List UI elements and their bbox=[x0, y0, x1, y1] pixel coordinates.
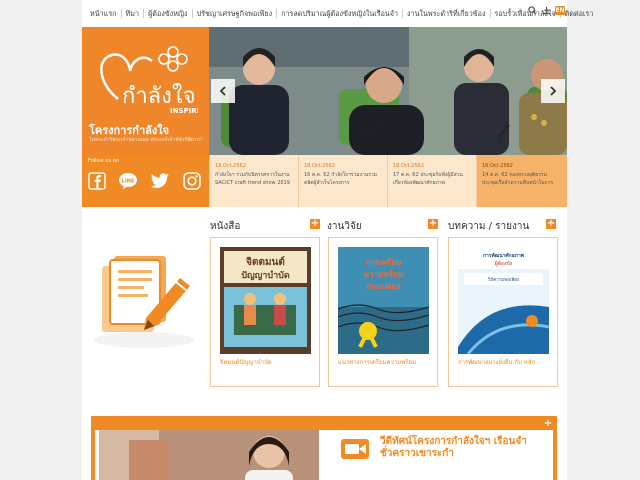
video-panel[interactable]: วีดีทัศน์โครงการกำลังใจฯ เรือนจำ ชั่วครา… bbox=[95, 430, 553, 480]
follow-panel: Follow us on LINE bbox=[82, 155, 209, 207]
book-card[interactable]: จิตตมนต์ ปัญญาบำบัด จิตมนต์ปัญญาบำบัด bbox=[210, 237, 320, 387]
download-icon[interactable] bbox=[541, 5, 552, 16]
video-banner: + วีดีทัศน์โครงการกำลังใจฯ เรือนจำ ชั่วค… bbox=[91, 416, 557, 480]
instagram-icon[interactable] bbox=[182, 171, 202, 191]
brand-logo: กำลังใจ INSPIRE bbox=[94, 37, 202, 121]
svg-text:LINE: LINE bbox=[122, 178, 135, 184]
line-icon[interactable]: LINE bbox=[118, 171, 138, 191]
articles-heading: บทความ / รายงาน bbox=[448, 221, 530, 232]
hero-photo bbox=[209, 27, 567, 155]
nav-item-female-inmates[interactable]: ผู้ต้องขังหญิง bbox=[143, 9, 192, 18]
nav-item-reduction[interactable]: การลดปริมาณผู้ต้องขังหญิงในเรือนจำ bbox=[276, 9, 402, 18]
news-text: 14 ต.ค. 62 กองทรวงยุติธรรม ประชุมเรือจำค… bbox=[482, 172, 554, 186]
article-caption[interactable]: การพัฒนาอย่างยั่งยืน กับ หลัก bbox=[458, 357, 535, 367]
news-text: 16 ต.ค. 62 กำลังใจฯร่วมงานรวม ตลิตผู้สำเ… bbox=[304, 172, 378, 186]
nav-item-about[interactable]: ทีมา bbox=[120, 9, 144, 18]
brand-panel: กำลังใจ INSPIRE โครงการกำลังใจ ในพระดำริ… bbox=[82, 27, 209, 155]
research-more-button[interactable]: + bbox=[428, 219, 438, 229]
slider-prev-button[interactable] bbox=[211, 79, 235, 103]
news-text: 17 ต.ค. 62 ประชุมรับฟังผู้มีส่วน เกี่ยวข… bbox=[393, 172, 463, 186]
svg-text:ปัญญาบำบัด: ปัญญาบำบัด bbox=[241, 270, 290, 281]
svg-text:การเตรียม: การเตรียม bbox=[366, 257, 402, 267]
news-text: กำลังใจฯ ร่วมกับนิทรรศการในงาน SACICT cr… bbox=[215, 172, 290, 186]
news-date: 18.Oct.2562 bbox=[215, 163, 246, 169]
page: หน้าแรก ทีมา ผู้ต้องขังหญิง ปรัชญาเศรษฐก… bbox=[82, 0, 593, 480]
news-strip: Follow us on LINE 18.Oct.2562 กำลังใจฯ ร… bbox=[82, 155, 567, 207]
articles-more-button[interactable]: + bbox=[546, 219, 556, 229]
book-caption[interactable]: จิตมนต์ปัญญาบำบัด bbox=[220, 357, 272, 367]
research-card[interactable]: การเตรียม ความพร้อม ก่อนปล่อย แนวทางการเ… bbox=[328, 237, 438, 387]
research-heading: งานวิจัย bbox=[327, 221, 362, 232]
twitter-icon[interactable] bbox=[150, 171, 170, 191]
slider-next-button[interactable] bbox=[541, 79, 565, 103]
books-more-button[interactable]: + bbox=[310, 219, 320, 229]
svg-text:ผู้ต้องขัง: ผู้ต้องขัง bbox=[495, 260, 513, 267]
nav-item-home[interactable]: หน้าแรก bbox=[86, 9, 121, 18]
news-item-active[interactable]: 18.Oct.2562 14 ต.ค. 62 กองทรวงยุติธรรม ป… bbox=[476, 155, 567, 207]
search-icon[interactable] bbox=[527, 5, 538, 16]
svg-text:ก่อนปล่อย: ก่อนปล่อย bbox=[366, 282, 401, 291]
video-thumbnail[interactable] bbox=[99, 430, 319, 480]
research-caption[interactable]: แนวทางการเตรียมความพร้อม bbox=[338, 357, 416, 367]
language-switch[interactable]: EN bbox=[555, 6, 565, 15]
top-nav: หน้าแรก ทีมา ผู้ต้องขังหญิง ปรัชญาเศรษฐก… bbox=[82, 0, 593, 27]
video-camera-icon bbox=[341, 439, 369, 459]
facebook-icon[interactable] bbox=[87, 171, 107, 191]
video-title: วีดีทัศน์โครงการกำลังใจฯ เรือนจำ ชั่วครา… bbox=[380, 436, 527, 460]
article-cover: การพัฒนาศักยภาพ ผู้ต้องขัง วิถีความพอเพี… bbox=[458, 247, 549, 354]
book-cover: จิตตมนต์ ปัญญาบำบัด bbox=[220, 247, 311, 354]
news-date: 18.Oct.2562 bbox=[393, 163, 424, 169]
follow-label: Follow us on bbox=[88, 158, 119, 164]
video-title-line2: ชั่วคราวเขาระกำ bbox=[380, 448, 454, 459]
nav-item-contact[interactable]: ติดต่อเรา bbox=[559, 9, 598, 18]
video-more-button[interactable]: + bbox=[543, 419, 553, 429]
news-item[interactable]: 18.Oct.2562 กำลังใจฯ ร่วมกับนิทรรศการในง… bbox=[209, 155, 298, 207]
research-cover: การเตรียม ความพร้อม ก่อนปล่อย bbox=[338, 247, 429, 354]
svg-text:วิถีความพอเพียง: วิถีความพอเพียง bbox=[487, 277, 519, 283]
svg-text:ความพร้อม: ความพร้อม bbox=[364, 269, 403, 279]
article-card[interactable]: การพัฒนาศักยภาพ ผู้ต้องขัง วิถีความพอเพี… bbox=[448, 237, 558, 387]
documents-illustration bbox=[88, 232, 200, 356]
svg-text:INSPIRE: INSPIRE bbox=[170, 107, 198, 115]
hero: กำลังใจ INSPIRE โครงการกำลังใจ ในพระดำริ… bbox=[82, 27, 567, 155]
video-title-line1: วีดีทัศน์โครงการกำลังใจฯ เรือนจำ bbox=[380, 436, 527, 447]
svg-text:จิตตมนต์: จิตตมนต์ bbox=[246, 256, 285, 268]
svg-text:กำลังใจ: กำลังใจ bbox=[122, 83, 196, 109]
brand-subtitle: ในพระดำริพระเจ้าหลานเธอ พระองค์เจ้าพัชรก… bbox=[89, 137, 203, 143]
news-item[interactable]: 18.Oct.2562 17 ต.ค. 62 ประชุมรับฟังผู้มี… bbox=[387, 155, 476, 207]
news-date: 18.Oct.2562 bbox=[304, 163, 335, 169]
news-item[interactable]: 18.Oct.2562 16 ต.ค. 62 กำลังใจฯร่วมงานรว… bbox=[298, 155, 387, 207]
nav-item-projects[interactable]: งานในพระดำริที่เกี่ยวข้อง bbox=[402, 9, 489, 18]
books-heading: หนังสือ bbox=[210, 221, 241, 232]
svg-text:การพัฒนาศักยภาพ: การพัฒนาศักยภาพ bbox=[483, 252, 525, 259]
nav-item-sufficiency[interactable]: ปรัชญาเศรษฐกิจพอเพียง bbox=[191, 9, 277, 18]
news-date: 18.Oct.2562 bbox=[482, 163, 513, 169]
